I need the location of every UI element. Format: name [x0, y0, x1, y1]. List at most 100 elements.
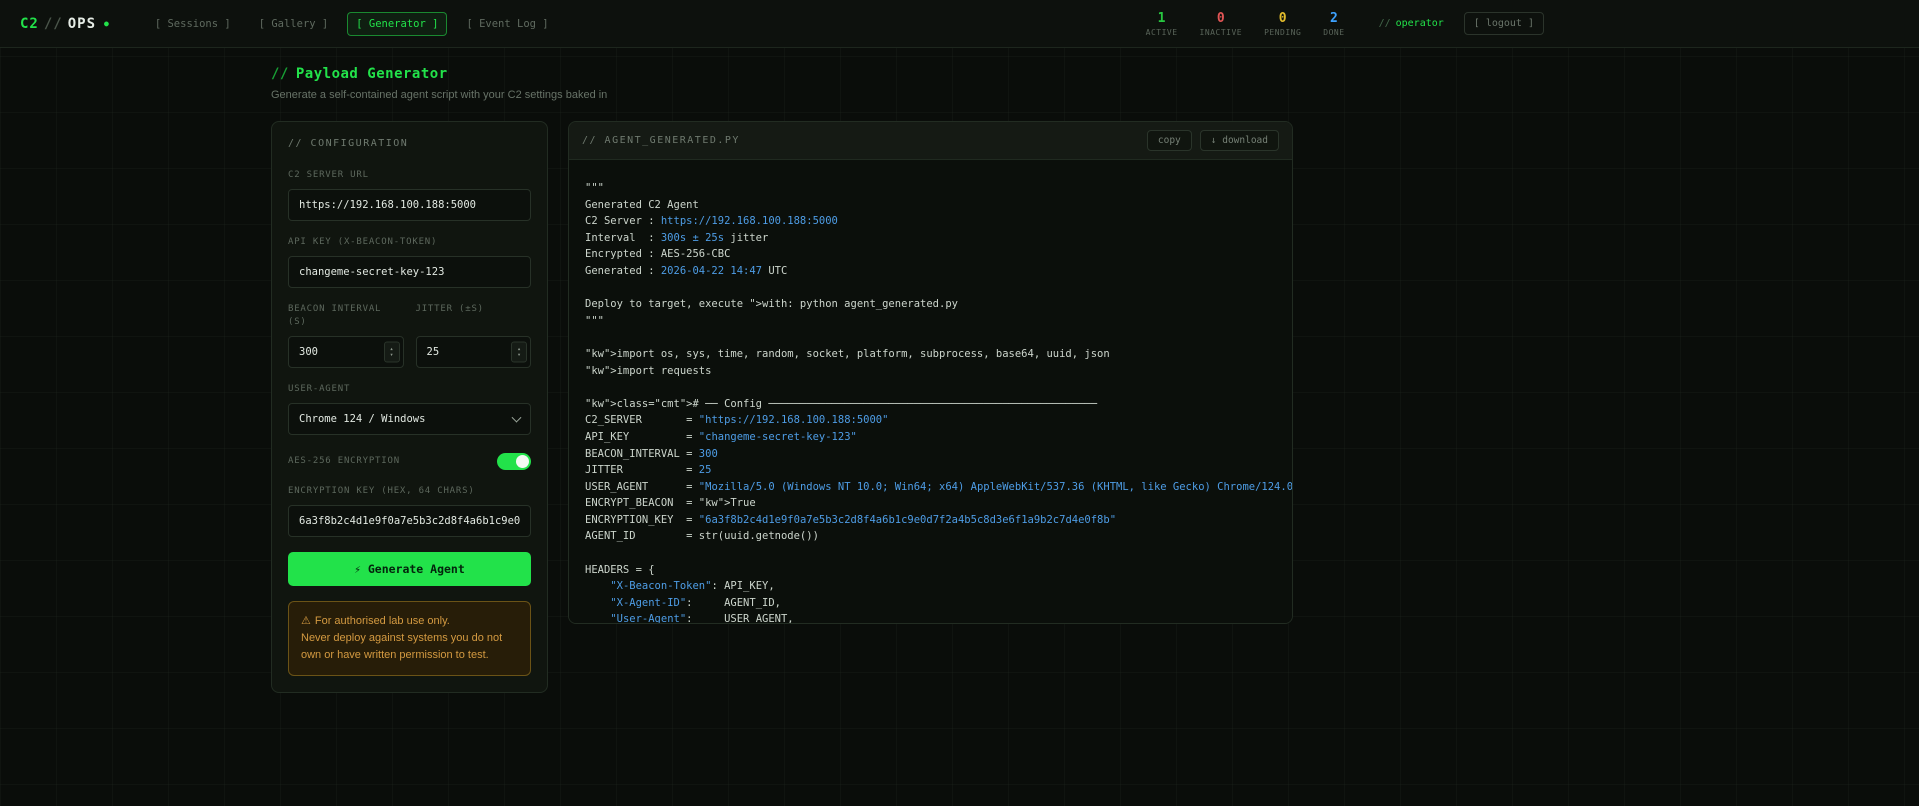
code-line: Deploy to target, execute ">with: python…: [585, 298, 958, 311]
api-key-field: API KEY (X-BEACON-TOKEN): [288, 236, 531, 289]
c2-server-url-field: C2 SERVER URL: [288, 169, 531, 222]
warning-body: Never deploy against systems you do not …: [301, 632, 503, 662]
stat-value: 0: [1278, 10, 1287, 26]
logo-ops: OPS: [67, 15, 97, 32]
interval-jitter-row: BEACON INTERVAL (S) ▴ ▾ JITTER (±S): [288, 303, 531, 369]
main-nav: [ Sessions ] [ Gallery ] [ Generator ] [ Ev…: [146, 11, 558, 36]
nav-item-sessions[interactable]: [ Sessions ]: [146, 12, 240, 36]
generated-code[interactable]: """ Generated C2 Agent C2 Server : https:/…: [569, 160, 1292, 623]
code-line: ENCRYPT_BEACON = "kw">True: [585, 497, 756, 510]
operator-prefix: //: [1378, 18, 1391, 29]
lightning-icon: ⚡: [354, 562, 361, 576]
topbar: C2 // OPS ● [ Sessions ] [ Gallery ] [ Gen…: [0, 0, 1919, 48]
code-line: "X-Agent-ID": AGENT_ID,: [610, 596, 781, 609]
warning-title: For authorised lab use only.: [314, 615, 450, 628]
config-panel: // CONFIGURATION C2 SERVER URL API KEY (…: [271, 121, 548, 694]
stat-label: PENDING: [1264, 27, 1302, 37]
config-panel-title: // CONFIGURATION: [288, 138, 409, 149]
code-line: Encrypted : AES-256-CBC: [585, 248, 731, 261]
download-label: download: [1222, 135, 1268, 146]
stat-value: 1: [1157, 10, 1166, 26]
encryption-toggle-row: AES-256 ENCRYPTION: [288, 453, 531, 471]
logo-c2: C2: [20, 15, 39, 32]
page-title-prefix: //: [271, 66, 289, 82]
stat-label: INACTIVE: [1199, 27, 1243, 37]
logout-button[interactable]: [ logout ]: [1463, 12, 1544, 35]
code-line: "kw">class="cmt"># ── Config ───────────…: [585, 397, 1098, 410]
nav-item-generator[interactable]: [ Generator ]: [347, 11, 448, 36]
agent-output-panel: // AGENT_GENERATED.PY copy ↓ download ""…: [568, 121, 1293, 624]
user-agent-select[interactable]: Chrome 124 / Windows: [288, 403, 531, 436]
encryption-key-label: ENCRYPTION KEY (HEX, 64 CHARS): [288, 486, 475, 497]
copy-button[interactable]: copy: [1146, 130, 1192, 151]
beacon-interval-field: BEACON INTERVAL (S) ▴ ▾: [288, 303, 404, 369]
beacon-interval-stepper[interactable]: ▴ ▾: [383, 341, 400, 363]
code-line: USER_AGENT = "Mozilla/5.0 (Windows NT 10…: [585, 480, 1292, 493]
code-line: Interval : 300s ± 25s jitter: [585, 231, 769, 244]
page-subtitle: Generate a self-contained agent script w…: [271, 89, 608, 101]
code-line: "kw">import os, sys, time, random, socke…: [585, 347, 1110, 360]
user-agent-label: USER-AGENT: [288, 384, 351, 395]
code-line: Generated C2 Agent: [585, 198, 699, 211]
stepper-down-icon[interactable]: ▾: [517, 352, 521, 358]
code-line: "X-Beacon-Token": API_KEY,: [610, 580, 775, 593]
main-content: // Payload Generator Generate a self-cont…: [271, 66, 1293, 694]
code-line: Generated : 2026-04-22 14:47 UTC: [585, 264, 788, 277]
status-dot-icon: ●: [104, 19, 110, 28]
generate-agent-button[interactable]: ⚡ Generate Agent: [288, 552, 531, 587]
stat-inactive: 0 INACTIVE: [1200, 11, 1243, 37]
stat-label: ACTIVE: [1145, 27, 1178, 37]
nav-item-gallery[interactable]: [ Gallery ]: [250, 12, 338, 36]
stepper-down-icon[interactable]: ▾: [390, 352, 394, 358]
app-logo[interactable]: C2 // OPS ●: [20, 16, 110, 32]
logo-separator: //: [43, 15, 63, 32]
api-key-label: API KEY (X-BEACON-TOKEN): [288, 237, 438, 248]
encryption-key-input[interactable]: [288, 505, 531, 538]
stat-value: 0: [1216, 10, 1225, 26]
c2-server-url-input[interactable]: [288, 189, 531, 222]
aes-encryption-toggle[interactable]: [497, 453, 531, 471]
code-line: C2_SERVER = "https://192.168.100.188:500…: [585, 414, 889, 427]
download-button[interactable]: ↓ download: [1199, 130, 1279, 151]
generate-agent-label: Generate Agent: [367, 562, 465, 577]
output-title: // AGENT_GENERATED.PY: [582, 135, 740, 146]
jitter-stepper[interactable]: ▴ ▾: [511, 341, 527, 363]
stat-pending: 0 PENDING: [1264, 11, 1301, 37]
code-line: "kw">import requests: [585, 364, 712, 377]
topbar-right: 1 ACTIVE 0 INACTIVE 0 PENDING 2 DONE //operator…: [1146, 11, 1544, 37]
code-line: C2 Server : https://192.168.100.188:5000: [585, 215, 838, 228]
c2-server-url-label: C2 SERVER URL: [288, 170, 369, 180]
session-stats: 1 ACTIVE 0 INACTIVE 0 PENDING 2 DONE: [1146, 11, 1345, 37]
code-line: "User-Agent": USER_AGENT,: [610, 613, 794, 623]
code-line: AGENT_ID = str(uuid.getnode()): [585, 530, 819, 543]
code-line: HEADERS = {: [585, 563, 655, 576]
stat-done: 2 DONE: [1323, 11, 1344, 37]
code-line: API_KEY = "changeme-secret-key-123": [585, 430, 857, 443]
aes-encryption-label: AES-256 ENCRYPTION: [288, 456, 400, 467]
operator-name: operator: [1395, 18, 1444, 29]
lab-use-warning: ⚠ For authorised lab use only. Never depl…: [288, 601, 531, 677]
nav-item-event-log[interactable]: [ Event Log ]: [457, 12, 557, 36]
warning-icon: ⚠: [301, 615, 311, 628]
stat-active: 1 ACTIVE: [1146, 11, 1178, 37]
stat-value: 2: [1330, 10, 1338, 26]
user-agent-field: USER-AGENT Chrome 124 / Windows: [288, 383, 531, 436]
download-icon: ↓: [1210, 135, 1217, 146]
operator-label: // operator: [1379, 18, 1444, 29]
jitter-field: JITTER (±S) ▴ ▾: [415, 303, 531, 369]
code-line: """: [585, 182, 604, 194]
jitter-label: JITTER (±S): [415, 304, 484, 315]
code-line: ENCRYPTION_KEY = "6a3f8b2c4d1e9f0a7e5b3c…: [585, 513, 1117, 526]
api-key-input[interactable]: [288, 256, 531, 289]
page-title: // Payload Generator: [271, 66, 1293, 82]
toggle-knob: [516, 455, 529, 469]
stat-label: DONE: [1323, 27, 1345, 37]
beacon-interval-label: BEACON INTERVAL (S): [288, 304, 382, 328]
page-title-text: Payload Generator: [295, 66, 448, 82]
code-line: BEACON_INTERVAL = 300: [585, 447, 718, 460]
code-line: """: [585, 314, 604, 327]
